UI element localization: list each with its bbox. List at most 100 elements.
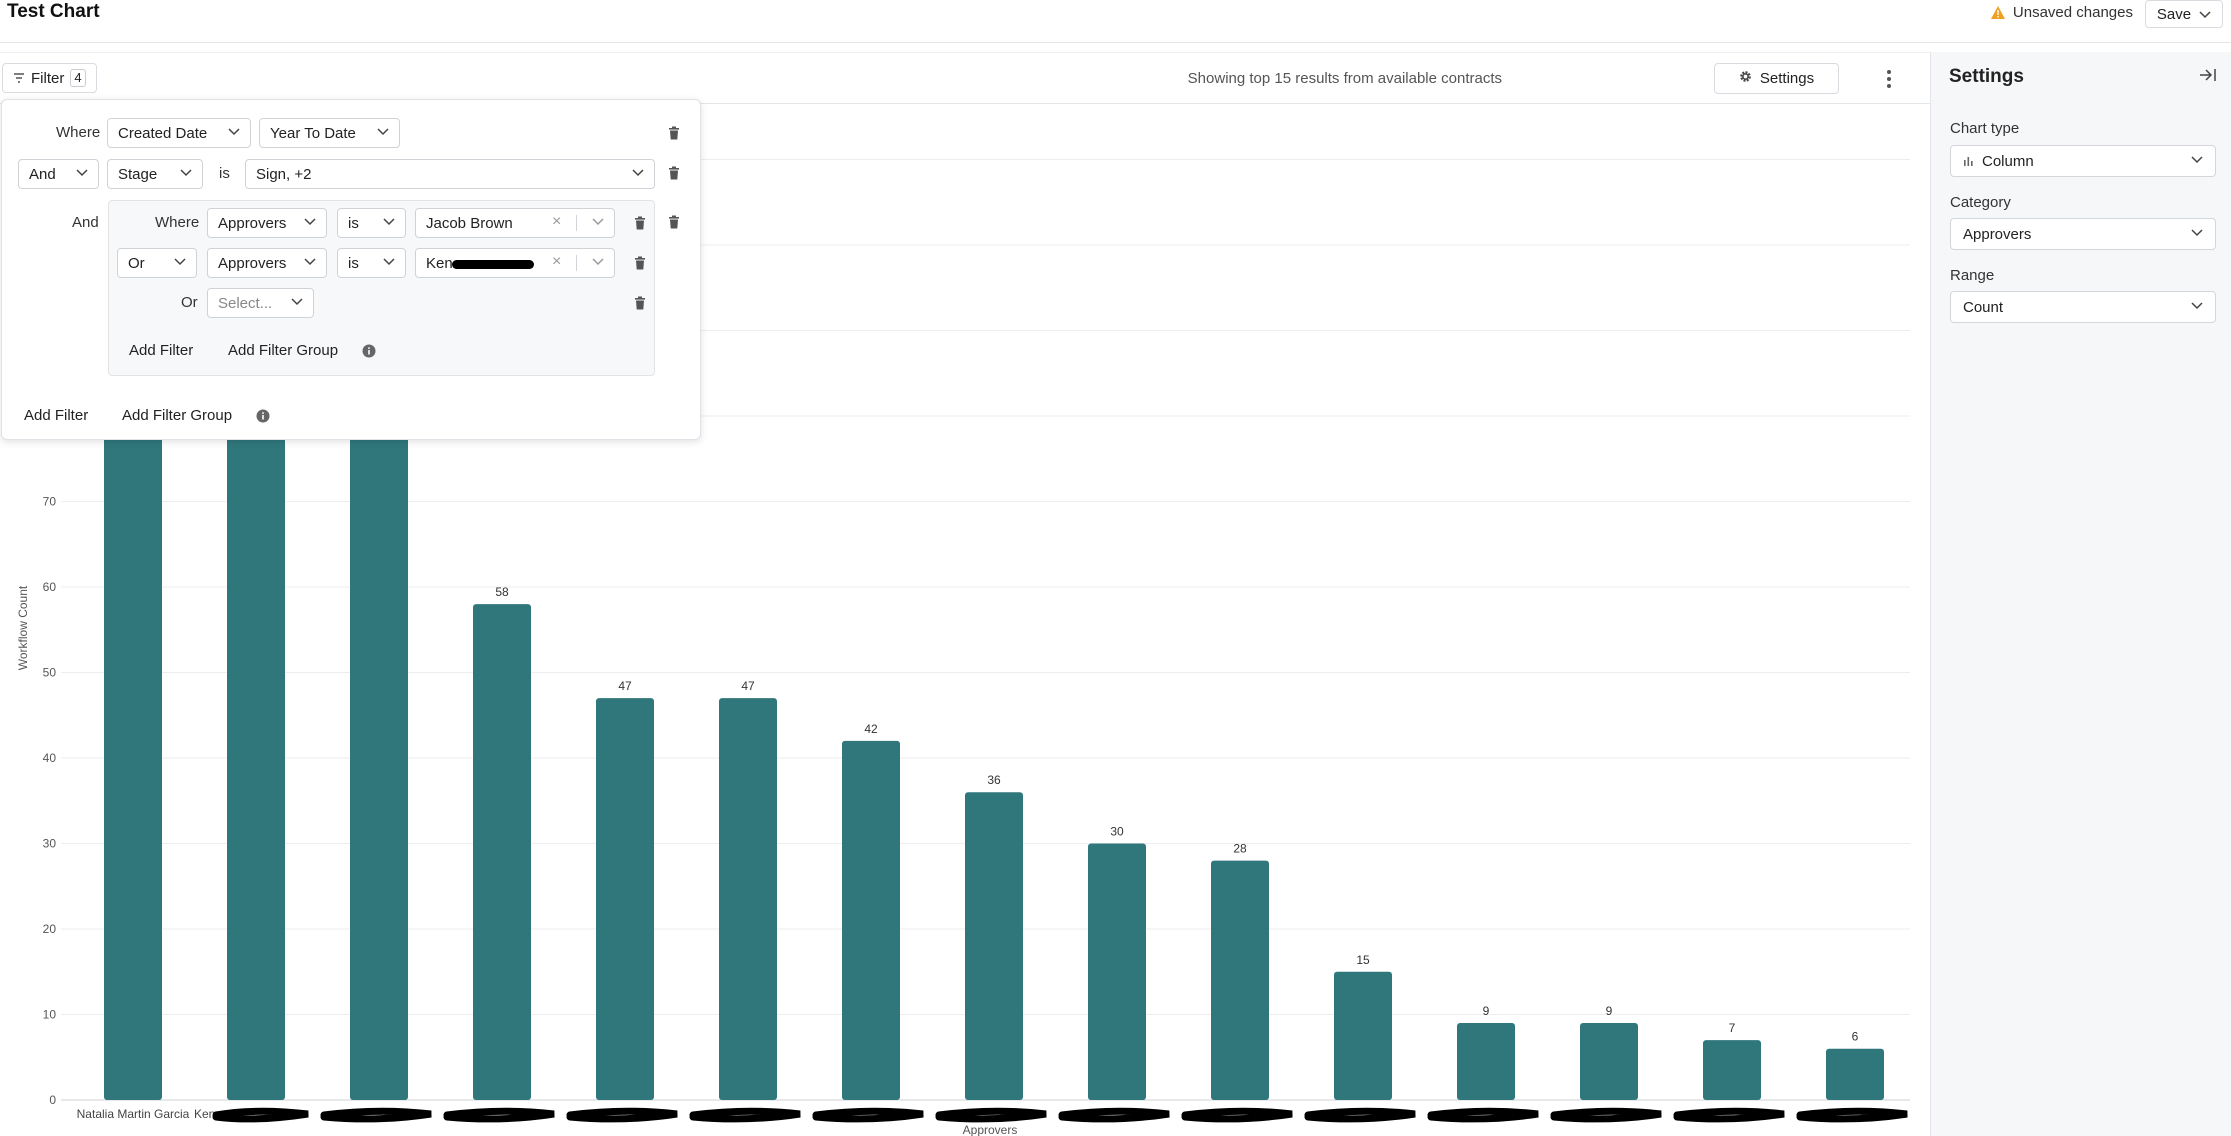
y-tick-label: 40 bbox=[43, 751, 57, 765]
redaction-mark bbox=[1427, 1107, 1539, 1123]
bar bbox=[1826, 1048, 1884, 1100]
select-value: Ken bbox=[426, 254, 453, 272]
data-label: 15 bbox=[1356, 953, 1370, 967]
select-value: Approvers bbox=[1963, 225, 2032, 243]
bar-chart-icon bbox=[1963, 153, 1974, 170]
settings-panel: Settings Chart type Column Category Appr… bbox=[1930, 52, 2231, 1136]
redaction-mark bbox=[452, 260, 534, 269]
chevron-down-icon bbox=[2191, 302, 2203, 310]
category-select[interactable]: Approvers bbox=[1950, 218, 2216, 250]
redaction-mark bbox=[1673, 1107, 1785, 1123]
trash-icon[interactable] bbox=[668, 126, 680, 145]
filter-label: Filter bbox=[31, 69, 65, 87]
y-tick-label: 60 bbox=[43, 580, 57, 594]
select-value: is bbox=[348, 254, 359, 272]
chevron-down-icon bbox=[304, 258, 316, 266]
redaction-mark bbox=[689, 1107, 801, 1123]
data-label: 30 bbox=[1110, 825, 1124, 839]
gear-icon bbox=[1739, 70, 1752, 87]
trash-icon[interactable] bbox=[668, 215, 680, 234]
info-icon[interactable] bbox=[362, 344, 376, 363]
field-select-created-date[interactable]: Created Date bbox=[107, 118, 251, 148]
operator-select-is[interactable]: is bbox=[337, 248, 406, 278]
operator-label-is: is bbox=[219, 165, 230, 182]
redaction-mark bbox=[812, 1107, 924, 1123]
separator bbox=[576, 215, 577, 231]
data-label: 9 bbox=[1606, 1004, 1613, 1018]
bar bbox=[1580, 1023, 1638, 1100]
redaction-mark bbox=[212, 1107, 309, 1123]
data-label: 47 bbox=[741, 679, 755, 693]
separator bbox=[576, 255, 577, 271]
add-filter-group-button[interactable]: Add Filter Group bbox=[122, 407, 232, 424]
chevron-down-icon bbox=[2191, 229, 2203, 237]
y-tick-label: 30 bbox=[43, 837, 57, 851]
chevron-down-icon bbox=[383, 258, 395, 266]
value-select-approver-2[interactable]: Ken × bbox=[415, 248, 615, 278]
select-value: Sign, +2 bbox=[256, 165, 312, 183]
group-add-filter-group-button[interactable]: Add Filter Group bbox=[228, 342, 338, 359]
or-label: Or bbox=[181, 294, 198, 311]
more-options-icon[interactable] bbox=[1879, 67, 1899, 91]
top-bar: Test Chart Unsaved changes Save bbox=[0, 0, 2231, 43]
save-button[interactable]: Save bbox=[2145, 0, 2223, 28]
settings-panel-title: Settings bbox=[1949, 66, 2024, 87]
trash-icon[interactable] bbox=[634, 296, 646, 315]
clear-icon[interactable]: × bbox=[552, 213, 561, 231]
trash-icon[interactable] bbox=[634, 256, 646, 275]
value-select-approver-1[interactable]: Jacob Brown × bbox=[415, 208, 615, 238]
bar bbox=[596, 698, 654, 1100]
select-value: Approvers bbox=[218, 214, 287, 232]
category-label: Category bbox=[1950, 194, 2011, 211]
chart-type-select[interactable]: Column bbox=[1950, 145, 2216, 177]
value-select-stage[interactable]: Sign, +2 bbox=[245, 159, 655, 189]
collapse-panel-icon[interactable] bbox=[2199, 68, 2217, 87]
value-select-year-to-date[interactable]: Year To Date bbox=[259, 118, 400, 148]
results-info-text: Showing top 15 results from available co… bbox=[1187, 70, 1502, 87]
select-value: Column bbox=[1982, 152, 2034, 170]
data-label: 9 bbox=[1483, 1004, 1490, 1018]
chevron-down-icon bbox=[180, 169, 192, 177]
group-conjunction-label: And bbox=[72, 214, 99, 231]
y-tick-label: 70 bbox=[43, 495, 57, 509]
save-label: Save bbox=[2156, 5, 2192, 23]
redaction-mark bbox=[1550, 1107, 1662, 1123]
info-icon[interactable] bbox=[256, 409, 270, 428]
y-tick-label: 0 bbox=[49, 1093, 56, 1107]
conjunction-select-and[interactable]: And bbox=[18, 159, 99, 189]
add-filter-button[interactable]: Add Filter bbox=[24, 407, 88, 424]
chevron-down-icon bbox=[174, 258, 186, 266]
trash-icon[interactable] bbox=[634, 216, 646, 235]
redaction-mark bbox=[1304, 1107, 1416, 1123]
operator-select-is[interactable]: is bbox=[337, 208, 406, 238]
field-select-approvers[interactable]: Approvers bbox=[207, 208, 327, 238]
redaction-mark bbox=[1181, 1107, 1293, 1123]
redaction-mark bbox=[1796, 1107, 1908, 1123]
data-label: 58 bbox=[495, 585, 509, 599]
bar bbox=[1457, 1023, 1515, 1100]
filter-count-badge: 4 bbox=[70, 69, 86, 87]
select-value: Or bbox=[128, 254, 145, 272]
select-value: Year To Date bbox=[270, 124, 356, 142]
trash-icon[interactable] bbox=[668, 166, 680, 185]
field-select-approvers[interactable]: Approvers bbox=[207, 248, 327, 278]
x-tick-label: Ken bbox=[194, 1107, 215, 1121]
clear-icon[interactable]: × bbox=[552, 253, 561, 271]
data-label: 42 bbox=[864, 722, 878, 736]
data-label: 7 bbox=[1729, 1021, 1736, 1035]
range-select[interactable]: Count bbox=[1950, 291, 2216, 323]
chevron-down-icon bbox=[291, 298, 303, 306]
bar bbox=[473, 604, 531, 1100]
settings-label: Settings bbox=[1759, 70, 1815, 87]
y-tick-label: 10 bbox=[43, 1008, 57, 1022]
settings-button[interactable]: Settings bbox=[1714, 63, 1839, 94]
filter-button[interactable]: Filter 4 bbox=[2, 63, 97, 93]
conjunction-select-or[interactable]: Or bbox=[117, 248, 197, 278]
group-add-filter-button[interactable]: Add Filter bbox=[129, 342, 193, 359]
field-select-stage[interactable]: Stage bbox=[107, 159, 203, 189]
select-value: is bbox=[348, 214, 359, 232]
bar bbox=[719, 698, 777, 1100]
field-select-empty[interactable]: Select... bbox=[207, 288, 314, 318]
x-tick-label: Natalia Martin Garcia bbox=[77, 1107, 190, 1121]
y-axis-label: Workflow Count bbox=[16, 585, 30, 670]
